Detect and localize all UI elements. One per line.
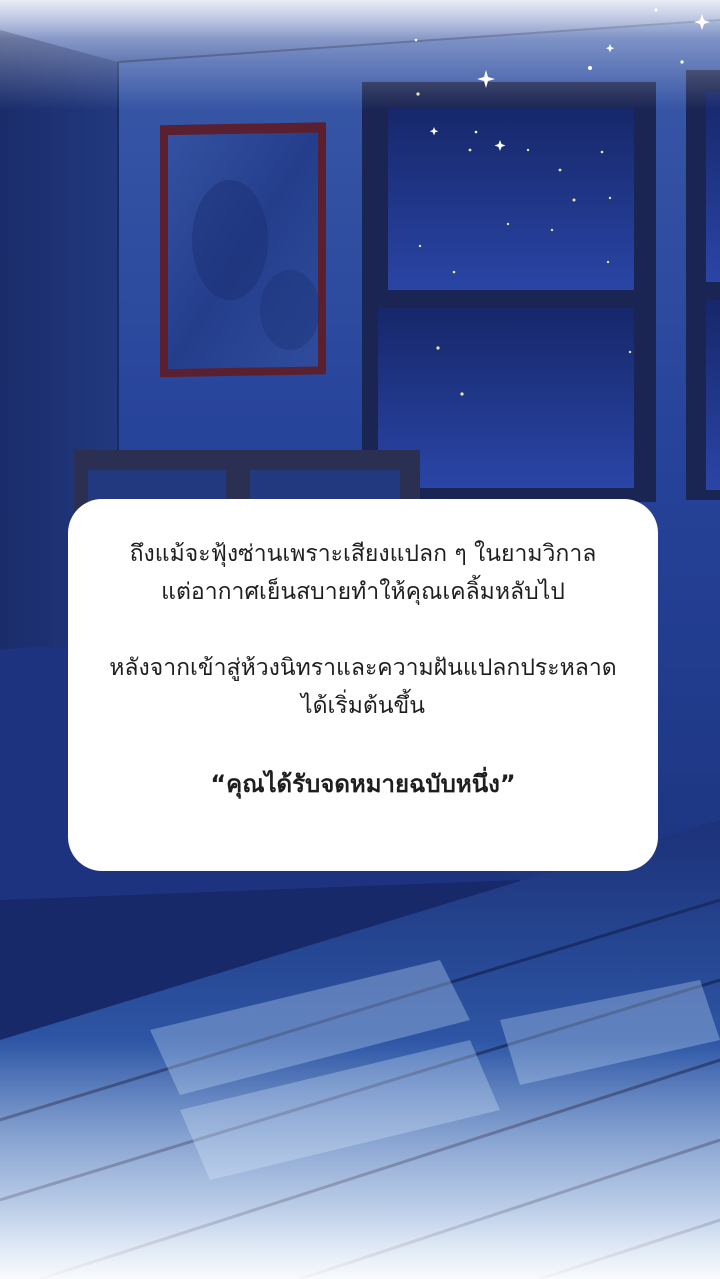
narration-dialog[interactable]: ถึงแม้จะฟุ้งซ่านเพราะเสียงแปลก ๆ ในยามวิ…	[68, 499, 658, 871]
narration-line: แต่อากาศเย็นสบายทำให้คุณเคลิ้มหลับไป	[161, 579, 565, 605]
narration-paragraph-2: หลังจากเข้าสู่ห้วงนิทราและความฝันแปลกประ…	[68, 649, 658, 725]
narration-line: ได้เริ่มต้นขึ้น	[301, 693, 425, 719]
narration-paragraph-1: ถึงแม้จะฟุ้งซ่านเพราะเสียงแปลก ๆ ในยามวิ…	[68, 535, 658, 611]
narration-line: ถึงแม้จะฟุ้งซ่านเพราะเสียงแปลก ๆ ในยามวิ…	[129, 541, 597, 567]
narration-line: หลังจากเข้าสู่ห้วงนิทราและความฝันแปลกประ…	[109, 655, 617, 681]
letter-received-quote: “คุณได้รับจดหมายฉบับหนึ่ง”	[210, 770, 516, 798]
game-scene[interactable]: ถึงแม้จะฟุ้งซ่านเพราะเสียงแปลก ๆ ในยามวิ…	[0, 0, 720, 1279]
